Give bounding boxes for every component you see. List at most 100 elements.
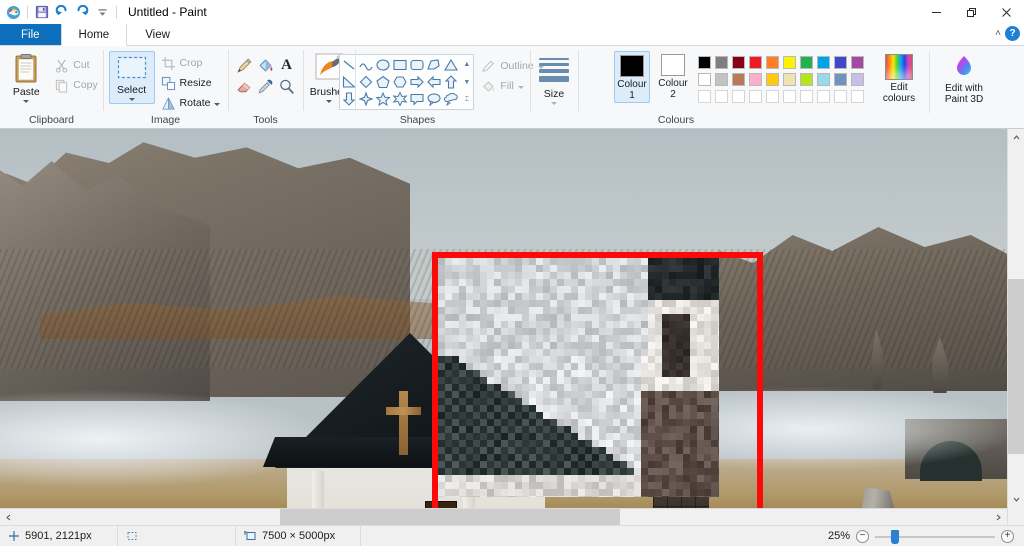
palette-swatch-2-3[interactable]: [730, 71, 747, 88]
palette-swatch-3-7[interactable]: [798, 88, 815, 105]
shape-triangle-icon[interactable]: [443, 57, 459, 73]
image-canvas[interactable]: [0, 129, 1007, 525]
shape-pentagon-icon[interactable]: [375, 74, 391, 90]
zoom-slider[interactable]: [875, 529, 995, 544]
shape-right-triangle-icon[interactable]: [341, 74, 357, 90]
shape-hexagon-icon[interactable]: [392, 74, 408, 90]
shape-polygon-icon[interactable]: [426, 57, 442, 73]
save-icon[interactable]: [34, 4, 50, 20]
palette-swatch-3-2[interactable]: [713, 88, 730, 105]
fill-caret-icon[interactable]: [517, 85, 524, 89]
select-caret-icon[interactable]: [128, 98, 135, 101]
shape-rounded-rectangular-callout-icon[interactable]: [409, 91, 425, 107]
hscroll-thumb[interactable]: [280, 509, 620, 525]
rotate-caret-icon[interactable]: [214, 102, 221, 106]
palette-swatch-1-9[interactable]: [832, 54, 849, 71]
customize-qat-icon[interactable]: [94, 4, 110, 20]
cut-button[interactable]: Cut: [52, 55, 100, 75]
edit-colours-button[interactable]: Edit colours: [877, 51, 921, 105]
vertical-scrollbar[interactable]: [1007, 129, 1024, 525]
palette-swatch-3-8[interactable]: [815, 88, 832, 105]
redo-icon[interactable]: [74, 4, 90, 20]
resize-button[interactable]: Resize: [159, 73, 223, 93]
palette-swatch-1-1[interactable]: [696, 54, 713, 71]
zoom-in-button[interactable]: +: [1001, 529, 1014, 543]
rotate-button[interactable]: Rotate: [159, 93, 223, 113]
palette-swatch-2-8[interactable]: [815, 71, 832, 88]
selection-rectangle[interactable]: [432, 252, 763, 515]
brushes-caret-icon[interactable]: [326, 100, 332, 103]
palette-swatch-1-3[interactable]: [730, 54, 747, 71]
shape-rectangle-icon[interactable]: [392, 57, 408, 73]
copy-button[interactable]: Copy: [52, 75, 100, 95]
colour-2-swatch[interactable]: [661, 54, 685, 76]
palette-swatch-2-6[interactable]: [781, 71, 798, 88]
shape-cloud-callout-icon[interactable]: [443, 91, 459, 107]
shape-four-point-star-icon[interactable]: [358, 91, 374, 107]
vscroll-thumb[interactable]: [1008, 279, 1024, 454]
shapes-gallery-scrollbar[interactable]: ▲ ▼ ⌶: [461, 57, 472, 107]
crop-button[interactable]: Crop: [159, 53, 223, 73]
paint-app-icon[interactable]: [5, 4, 21, 20]
collapse-ribbon-icon[interactable]: ˄: [995, 28, 1001, 39]
minimize-button[interactable]: [919, 0, 954, 24]
magnifier-tool-icon[interactable]: [278, 78, 295, 95]
palette-swatch-2-2[interactable]: [713, 71, 730, 88]
shape-six-point-star-icon[interactable]: [392, 91, 408, 107]
shape-left-arrow-icon[interactable]: [426, 74, 442, 90]
zoom-out-button[interactable]: −: [856, 529, 869, 543]
tab-home[interactable]: Home: [60, 24, 128, 46]
paste-button[interactable]: Paste: [3, 51, 49, 103]
shape-line-icon[interactable]: [341, 57, 357, 73]
shape-oval-icon[interactable]: [375, 57, 391, 73]
vscroll-up-arrow-icon[interactable]: [1008, 129, 1024, 146]
palette-swatch-1-5[interactable]: [764, 54, 781, 71]
colour-picker-tool-icon[interactable]: [257, 78, 274, 95]
palette-swatch-1-2[interactable]: [713, 54, 730, 71]
eraser-tool-icon[interactable]: [236, 78, 253, 95]
palette-swatch-2-9[interactable]: [832, 71, 849, 88]
close-button[interactable]: [989, 0, 1024, 24]
horizontal-scrollbar[interactable]: [0, 508, 1007, 525]
colour-1-button[interactable]: Colour 1: [614, 51, 650, 103]
shape-five-point-star-icon[interactable]: [375, 91, 392, 107]
hscroll-left-arrow-icon[interactable]: [0, 509, 17, 525]
shapes-scroll-up-icon[interactable]: ▲: [461, 58, 472, 71]
fill-with-colour-tool-icon[interactable]: [257, 57, 274, 74]
colour-1-swatch[interactable]: [620, 55, 644, 77]
undo-icon[interactable]: [54, 4, 70, 20]
pencil-tool-icon[interactable]: [236, 57, 253, 74]
restore-button[interactable]: [954, 0, 989, 24]
palette-swatch-1-8[interactable]: [815, 54, 832, 71]
hscroll-right-arrow-icon[interactable]: [990, 509, 1007, 525]
palette-swatch-2-4[interactable]: [747, 71, 764, 88]
palette-swatch-2-1[interactable]: [696, 71, 713, 88]
palette-swatch-3-3[interactable]: [730, 88, 747, 105]
shape-curve-icon[interactable]: [358, 57, 374, 73]
size-button[interactable]: Size: [534, 51, 574, 105]
tab-file[interactable]: File: [0, 24, 61, 45]
palette-swatch-1-6[interactable]: [781, 54, 798, 71]
vscroll-down-arrow-icon[interactable]: [1008, 491, 1024, 508]
palette-swatch-2-10[interactable]: [849, 71, 866, 88]
shapes-expand-icon[interactable]: ⌶: [461, 93, 472, 106]
palette-swatch-3-5[interactable]: [764, 88, 781, 105]
tab-view[interactable]: View: [127, 24, 188, 45]
edit-with-paint-3d-button[interactable]: Edit with Paint 3D: [938, 51, 990, 106]
shape-up-arrow-icon[interactable]: [443, 74, 459, 90]
palette-swatch-2-7[interactable]: [798, 71, 815, 88]
palette-swatch-3-1[interactable]: [696, 88, 713, 105]
size-caret-icon[interactable]: [551, 102, 557, 105]
paste-caret-icon[interactable]: [23, 100, 30, 103]
shape-diamond-icon[interactable]: [358, 74, 374, 90]
shape-down-arrow-icon[interactable]: [341, 91, 357, 107]
palette-swatch-1-10[interactable]: [849, 54, 866, 71]
colour-2-button[interactable]: Colour 2: [655, 51, 691, 101]
text-tool-icon[interactable]: A: [281, 57, 292, 74]
zoom-slider-thumb[interactable]: [891, 529, 899, 544]
shape-rounded-rectangle-icon[interactable]: [409, 57, 425, 73]
palette-swatch-1-4[interactable]: [747, 54, 764, 71]
colour-palette[interactable]: [696, 54, 866, 105]
select-button[interactable]: Select: [108, 51, 155, 104]
shape-oval-callout-icon[interactable]: [426, 91, 442, 107]
